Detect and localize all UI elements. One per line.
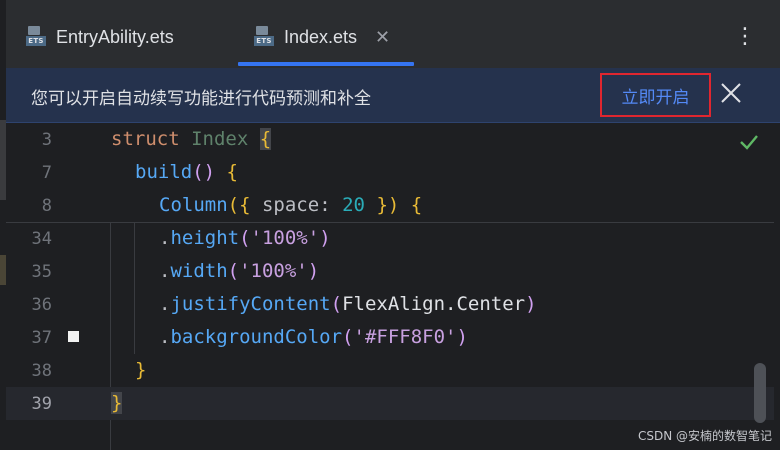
tab-label: EntryAbility.ets bbox=[56, 26, 174, 47]
code-text: struct Index { bbox=[111, 128, 272, 150]
vertical-scrollbar[interactable] bbox=[754, 363, 766, 423]
tab-close-icon[interactable]: ✕ bbox=[375, 27, 390, 48]
ets-file-icon: ETS bbox=[254, 26, 274, 48]
line-number: 7 bbox=[41, 163, 52, 183]
ets-file-icon: ETS bbox=[26, 26, 46, 48]
line-number: 37 bbox=[31, 328, 52, 348]
line-number: 39 bbox=[31, 394, 52, 414]
code-line[interactable]: 37 .backgroundColor('#FFF8F0') bbox=[6, 321, 774, 354]
watermark: CSDN @安楠的数智笔记 bbox=[637, 429, 772, 443]
color-swatch-icon[interactable] bbox=[68, 331, 79, 342]
line-number: 35 bbox=[31, 262, 52, 282]
tab-entryability[interactable]: ETS EntryAbility.ets bbox=[26, 22, 174, 52]
enable-now-button[interactable]: 立即开启 bbox=[600, 73, 711, 117]
code-line[interactable]: 36 .justifyContent(FlexAlign.Center) bbox=[6, 288, 774, 321]
editor-tab-bar: ETS EntryAbility.ets ETS Index.ets ✕ ⋮ bbox=[6, 0, 780, 68]
line-number: 3 bbox=[41, 130, 52, 150]
more-options-icon[interactable]: ⋮ bbox=[734, 24, 756, 50]
code-editor[interactable]: 3 struct Index { 7 build() { 8 Column({ … bbox=[6, 123, 780, 450]
tab-label: Index.ets bbox=[284, 26, 358, 47]
line-number: 38 bbox=[31, 361, 52, 381]
code-text: .height('100%') bbox=[159, 227, 331, 249]
code-line-current[interactable]: 39 } bbox=[6, 387, 774, 420]
code-line[interactable]: 38 } bbox=[6, 354, 774, 387]
checkmark-icon bbox=[738, 131, 760, 153]
active-tab-indicator bbox=[238, 62, 414, 66]
code-text: .justifyContent(FlexAlign.Center) bbox=[159, 293, 537, 315]
code-line[interactable]: 7 build() { bbox=[6, 156, 774, 189]
line-number: 8 bbox=[41, 196, 52, 216]
code-line[interactable]: 3 struct Index { bbox=[6, 123, 774, 156]
code-text: } bbox=[135, 359, 147, 381]
code-line[interactable]: 35 .width('100%') bbox=[6, 255, 774, 288]
code-text: .width('100%') bbox=[159, 260, 320, 282]
line-number: 36 bbox=[31, 295, 52, 315]
code-text: .backgroundColor('#FFF8F0') bbox=[159, 326, 468, 348]
line-number: 34 bbox=[31, 229, 52, 249]
code-line[interactable]: 34 .height('100%') bbox=[6, 222, 774, 255]
close-icon[interactable] bbox=[718, 80, 744, 106]
notification-banner: 您可以开启自动续写功能进行代码预测和补全 立即开启 bbox=[6, 68, 780, 123]
code-line[interactable]: 8 Column({ space: 20 }) { bbox=[6, 189, 774, 222]
code-text: } bbox=[111, 392, 123, 414]
tab-index[interactable]: ETS Index.ets ✕ bbox=[254, 22, 390, 52]
banner-message: 您可以开启自动续写功能进行代码预测和补全 bbox=[31, 89, 371, 109]
code-text: Column({ space: 20 }) { bbox=[159, 194, 423, 216]
code-text: build() { bbox=[135, 161, 238, 183]
